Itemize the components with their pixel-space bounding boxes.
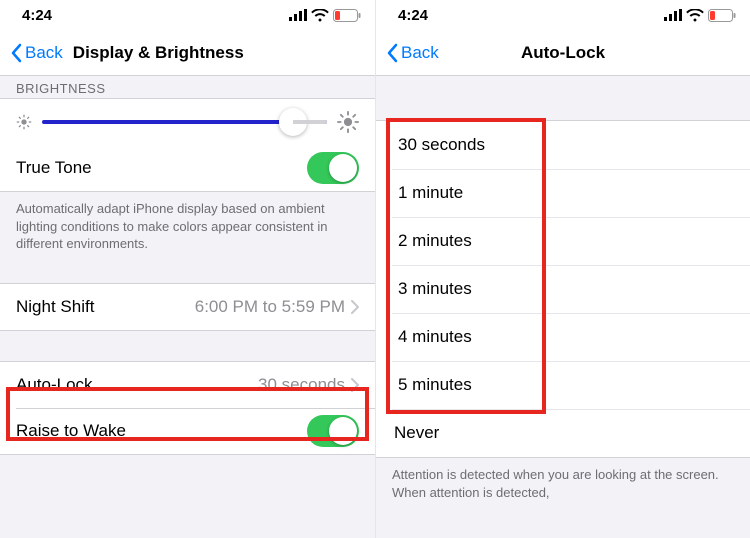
- option-never[interactable]: Never: [376, 409, 750, 457]
- battery-low-icon: [708, 9, 736, 22]
- battery-low-icon: [333, 9, 361, 22]
- raise-to-wake-label: Raise to Wake: [16, 421, 307, 441]
- autolock-group: Auto-Lock 30 seconds Raise to Wake: [0, 361, 375, 455]
- back-button[interactable]: Back: [10, 43, 63, 63]
- display-brightness-screen: 4:24 Back Display & Brightness BRIGHTNES…: [0, 0, 375, 538]
- night-shift-detail: 6:00 PM to 5:59 PM: [195, 297, 345, 317]
- section-header-brightness: BRIGHTNESS: [0, 76, 375, 98]
- back-label: Back: [25, 43, 63, 63]
- night-shift-label: Night Shift: [16, 297, 195, 317]
- auto-lock-screen: 4:24 Back Auto-Lock 30 seconds 1 minute …: [375, 0, 750, 538]
- option-1-minute[interactable]: 1 minute: [376, 169, 750, 217]
- cellular-icon: [289, 9, 307, 21]
- status-time: 4:24: [398, 7, 428, 24]
- auto-lock-row[interactable]: Auto-Lock 30 seconds: [0, 362, 375, 408]
- chevron-left-icon: [10, 43, 22, 63]
- wifi-icon: [686, 9, 704, 22]
- night-shift-group: Night Shift 6:00 PM to 5:59 PM: [0, 283, 375, 331]
- wifi-icon: [311, 9, 329, 22]
- page-title: Auto-Lock: [521, 43, 605, 63]
- true-tone-toggle[interactable]: [307, 152, 359, 184]
- status-bar: 4:24: [0, 0, 375, 30]
- option-30-seconds[interactable]: 30 seconds: [376, 121, 750, 169]
- true-tone-row[interactable]: True Tone: [0, 145, 375, 191]
- brightness-low-icon: [16, 114, 32, 130]
- auto-lock-label: Auto-Lock: [16, 375, 258, 395]
- nav-bar: Back Auto-Lock: [376, 30, 750, 76]
- slider-thumb[interactable]: [279, 108, 307, 136]
- option-4-minutes[interactable]: 4 minutes: [376, 313, 750, 361]
- option-2-minutes[interactable]: 2 minutes: [376, 217, 750, 265]
- night-shift-row[interactable]: Night Shift 6:00 PM to 5:59 PM: [0, 284, 375, 330]
- brightness-slider[interactable]: [42, 120, 327, 124]
- status-bar: 4:24: [376, 0, 750, 30]
- auto-lock-options: 30 seconds 1 minute 2 minutes 3 minutes …: [376, 120, 750, 458]
- true-tone-label: True Tone: [16, 158, 307, 178]
- brightness-slider-row: [0, 99, 375, 145]
- back-label: Back: [401, 43, 439, 63]
- brightness-group: True Tone: [0, 98, 375, 192]
- page-title: Display & Brightness: [73, 43, 244, 63]
- back-button[interactable]: Back: [386, 43, 439, 63]
- true-tone-note: Automatically adapt iPhone display based…: [0, 192, 375, 265]
- option-5-minutes[interactable]: 5 minutes: [376, 361, 750, 409]
- chevron-right-icon: [351, 300, 359, 314]
- auto-lock-detail: 30 seconds: [258, 375, 345, 395]
- chevron-right-icon: [351, 378, 359, 392]
- status-time: 4:24: [22, 7, 52, 24]
- nav-bar: Back Display & Brightness: [0, 30, 375, 76]
- raise-to-wake-toggle[interactable]: [307, 415, 359, 447]
- cellular-icon: [664, 9, 682, 21]
- raise-to-wake-row[interactable]: Raise to Wake: [0, 408, 375, 454]
- brightness-high-icon: [337, 111, 359, 133]
- chevron-left-icon: [386, 43, 398, 63]
- option-3-minutes[interactable]: 3 minutes: [376, 265, 750, 313]
- attention-note: Attention is detected when you are looki…: [376, 458, 750, 513]
